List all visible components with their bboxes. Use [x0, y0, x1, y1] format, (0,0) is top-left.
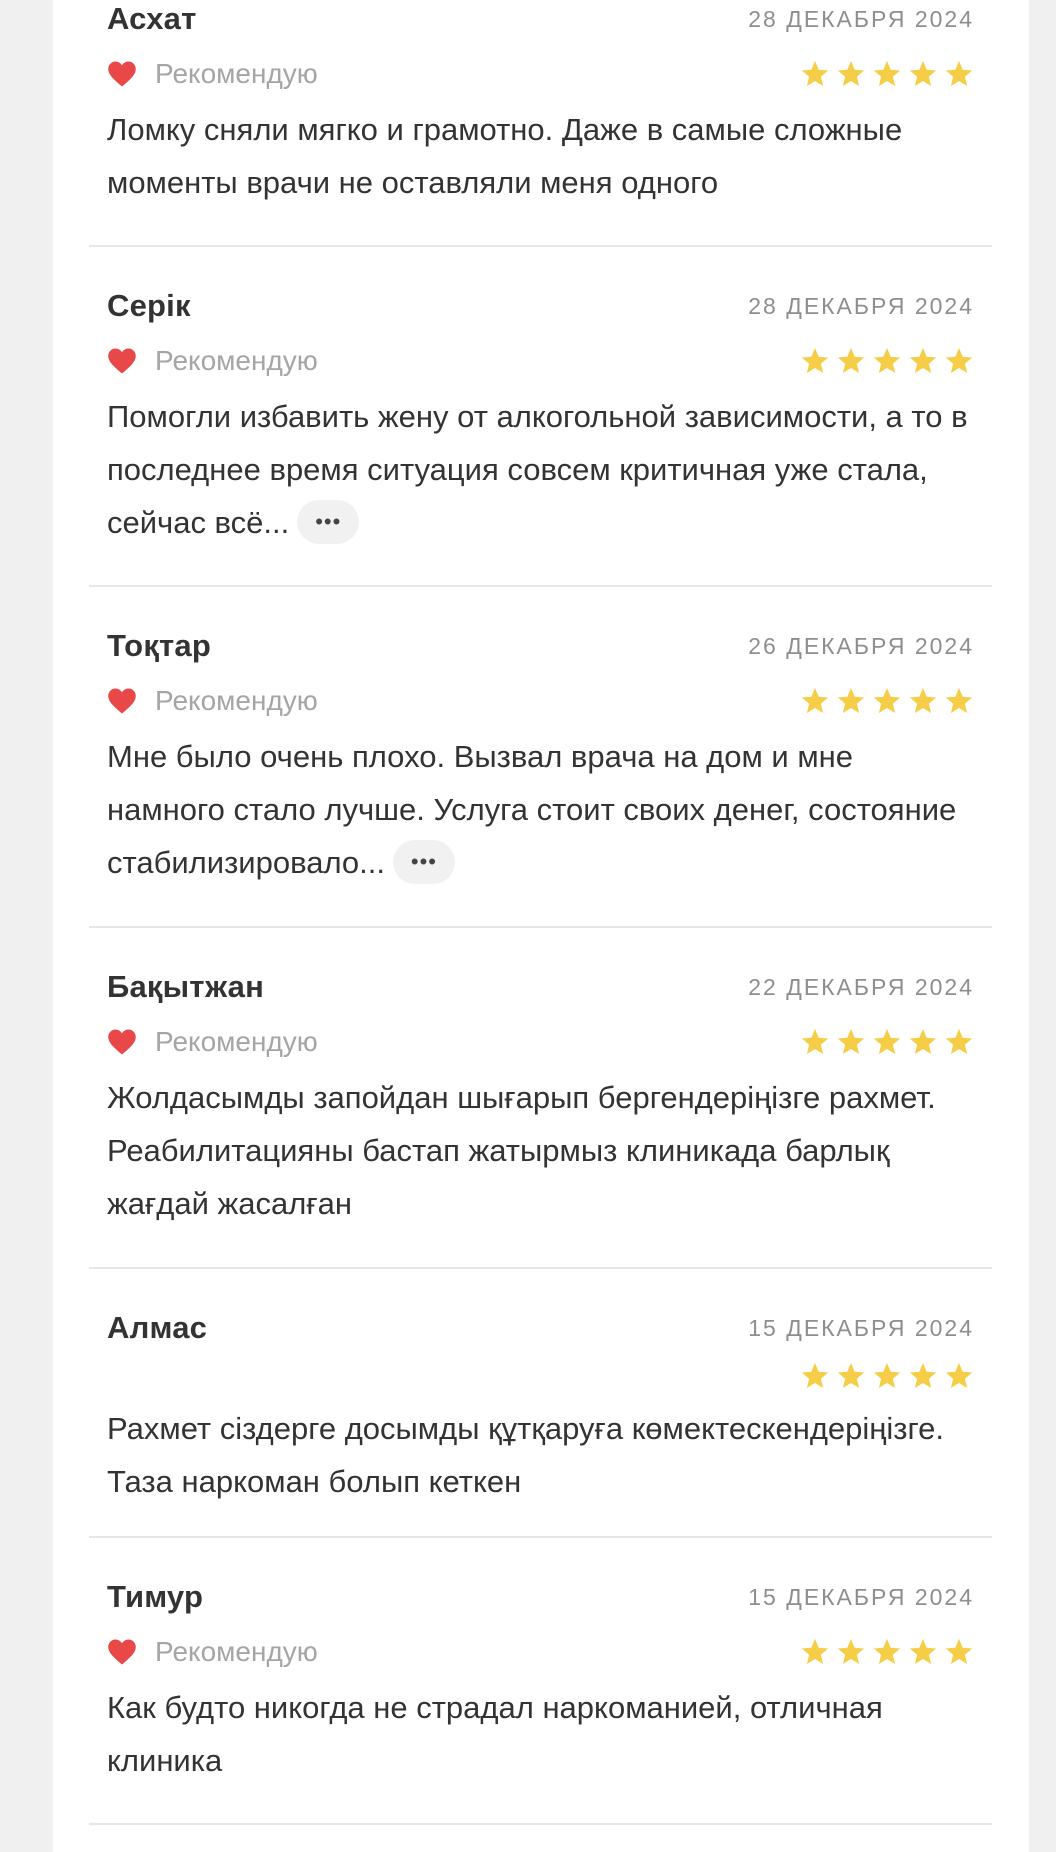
heart-icon [108, 1639, 136, 1665]
heart-icon [108, 348, 136, 374]
recommend-badge: Рекомендую [107, 1024, 318, 1060]
rating-stars [800, 346, 974, 376]
review-text-body: Помогли избавить жену от алкогольной зав… [107, 399, 968, 540]
star-icon [909, 60, 937, 86]
star-icon [873, 1362, 901, 1388]
star-icon [837, 687, 865, 713]
star-icon [801, 1028, 829, 1054]
review-text-body: Мне было очень плохо. Вызвал врача на до… [107, 739, 957, 880]
review-text-body: Ломку сняли мягко и грамотно. Даже в сам… [107, 112, 903, 200]
reviewer-name: Асхат [107, 1, 197, 36]
review-item: Тоқтар 26 ДЕКАБРЯ 2024 Рекомендую Мне бы… [89, 587, 992, 928]
star-icon [837, 347, 865, 373]
review-text-body: Как будто никогда не страдал наркоманией… [107, 1690, 883, 1778]
star-icon [945, 347, 973, 373]
star-icon [909, 687, 937, 713]
review-date: 15 ДЕКАБРЯ 2024 [748, 1315, 974, 1341]
reviewer-name: Тимур [107, 1579, 204, 1614]
review-item: Алмас 15 ДЕКАБРЯ 2024 Рахмет сіздерге до… [89, 1269, 992, 1538]
review-item: Асхат 28 ДЕКАБРЯ 2024 Рекомендую Ломку с… [89, 0, 992, 247]
heart-icon [108, 61, 136, 87]
review-text: Жолдасымды запойдан шығарып бергендеріңі… [107, 1071, 978, 1230]
star-icon [873, 60, 901, 86]
review-date: 28 ДЕКАБРЯ 2024 [748, 6, 974, 32]
rating-stars [800, 1027, 974, 1057]
rating-stars [800, 1361, 974, 1391]
star-icon [909, 1638, 937, 1664]
recommend-badge: Рекомендую [107, 343, 318, 379]
recommend-label: Рекомендую [155, 58, 318, 89]
heart-icon [108, 688, 136, 714]
star-icon [801, 1362, 829, 1388]
star-icon [873, 347, 901, 373]
star-icon [945, 60, 973, 86]
star-icon [873, 687, 901, 713]
review-text-body: Жолдасымды запойдан шығарып бергендеріңі… [107, 1080, 936, 1221]
reviewer-name: Бақытжан [107, 969, 264, 1004]
star-icon [837, 60, 865, 86]
review-text: Рахмет сіздерге досымды құтқаруға көмект… [107, 1402, 978, 1508]
review-text-body: Рахмет сіздерге досымды құтқаруға көмект… [107, 1411, 944, 1499]
star-icon [801, 347, 829, 373]
expand-review-button[interactable]: ••• [297, 499, 360, 544]
recommend-label: Рекомендую [155, 1636, 318, 1667]
review-date: 28 ДЕКАБРЯ 2024 [748, 293, 974, 319]
review-date: 22 ДЕКАБРЯ 2024 [748, 974, 974, 1000]
reviewer-name: Алмас [107, 1310, 208, 1345]
star-icon [945, 687, 973, 713]
star-icon [945, 1638, 973, 1664]
rating-stars [800, 1637, 974, 1667]
rating-stars [800, 686, 974, 716]
star-icon [909, 1362, 937, 1388]
review-text: Ломку сняли мягко и грамотно. Даже в сам… [107, 103, 978, 209]
review-date: 15 ДЕКАБРЯ 2024 [748, 1584, 974, 1610]
star-icon [837, 1362, 865, 1388]
recommend-label: Рекомендую [155, 345, 318, 376]
heart-icon [108, 1029, 136, 1055]
rating-stars [800, 59, 974, 89]
star-icon [909, 347, 937, 373]
recommend-badge: Рекомендую [107, 683, 318, 719]
review-item: Тимур 15 ДЕКАБРЯ 2024 Рекомендую Как буд… [89, 1538, 992, 1825]
star-icon [873, 1028, 901, 1054]
reviewer-name: Тоқтар [107, 628, 211, 663]
review-text: Мне было очень плохо. Вызвал врача на до… [107, 730, 978, 889]
star-icon [801, 687, 829, 713]
recommend-badge: Рекомендую [107, 56, 318, 92]
star-icon [801, 60, 829, 86]
star-icon [909, 1028, 937, 1054]
star-icon [837, 1028, 865, 1054]
review-text: Помогли избавить жену от алкогольной зав… [107, 390, 978, 549]
review-text: Как будто никогда не страдал наркоманией… [107, 1681, 978, 1787]
star-icon [873, 1638, 901, 1664]
star-icon [945, 1362, 973, 1388]
recommend-badge: Рекомендую [107, 1634, 318, 1670]
expand-review-button[interactable]: ••• [392, 839, 455, 884]
recommend-label: Рекомендую [155, 685, 318, 716]
review-item: Серік 28 ДЕКАБРЯ 2024 Рекомендую Помогли… [89, 247, 992, 587]
reviewer-name: Серік [107, 288, 191, 323]
star-icon [945, 1028, 973, 1054]
review-item: Бақытжан 22 ДЕКАБРЯ 2024 Рекомендую Жолд… [89, 928, 992, 1269]
star-icon [801, 1638, 829, 1664]
review-date: 26 ДЕКАБРЯ 2024 [748, 633, 974, 659]
star-icon [837, 1638, 865, 1664]
reviews-card: Асхат 28 ДЕКАБРЯ 2024 Рекомендую Ломку с… [53, 0, 1029, 1852]
recommend-label: Рекомендую [155, 1026, 318, 1057]
